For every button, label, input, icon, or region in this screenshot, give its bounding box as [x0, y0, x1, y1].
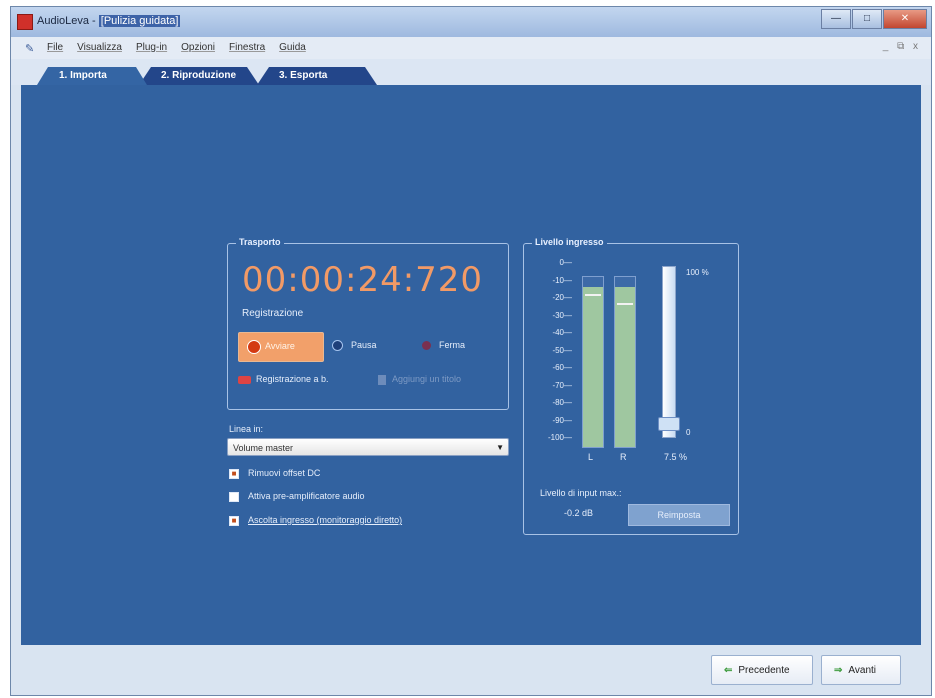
- slider-min-label: 0: [686, 428, 691, 437]
- menu-plugin[interactable]: Plug-in: [136, 42, 167, 53]
- arrow-right-icon: ⇒: [834, 665, 843, 676]
- chevron-down-icon: ▼: [496, 443, 504, 452]
- app-menu-icon[interactable]: ✎: [25, 42, 34, 55]
- stop-icon: [422, 341, 431, 351]
- menu-bar: ✎ File Visualizza Plug-in Opzioni Finest…: [11, 37, 931, 59]
- level-meter-left-fill: [583, 287, 603, 447]
- slider-max-label: 100 %: [686, 268, 709, 277]
- reset-button[interactable]: Reimposta: [628, 504, 730, 526]
- scale-tick-label: -70—: [552, 380, 572, 390]
- tab-playback[interactable]: 2. Riproduzione: [139, 67, 259, 85]
- preamp-label: Attiva pre-amplificatore audio: [248, 491, 365, 501]
- scale-tick-label: 0—: [559, 258, 572, 267]
- level-meter-right-peak: [617, 302, 633, 305]
- level-meter-right: [614, 276, 636, 448]
- menu-file[interactable]: File: [47, 42, 63, 53]
- wizard-tabs: 2. Riproduzione 3. Esporta 1. Importa: [11, 59, 931, 85]
- tab-import[interactable]: 1. Importa: [37, 67, 147, 85]
- dc-offset-option[interactable]: ■ Rimuovi offset DC: [229, 468, 320, 479]
- level-meter-left-peak: [585, 294, 601, 296]
- source-label: Linea in:: [229, 424, 264, 434]
- channel-left-label: L: [588, 452, 594, 462]
- tab-export[interactable]: 3. Esporta: [257, 67, 377, 85]
- menu-options[interactable]: Opzioni: [181, 42, 215, 53]
- record-button[interactable]: Avviare: [238, 332, 324, 362]
- arrow-left-icon: ⇐: [724, 665, 733, 676]
- status-label: Registrazione: [242, 308, 304, 319]
- dc-offset-label: Rimuovi offset DC: [248, 468, 321, 478]
- source-selected-value: Volume master: [233, 443, 294, 453]
- record-icon: [247, 340, 261, 354]
- timed-recording-button[interactable]: Registrazione a b.: [238, 374, 329, 384]
- stop-label: Ferma: [439, 340, 466, 350]
- menu-view[interactable]: Visualizza: [77, 42, 122, 53]
- preamp-option[interactable]: Attiva pre-amplificatore audio: [229, 491, 365, 502]
- scale-tick-label: -40—: [552, 328, 572, 337]
- channel-right-label: R: [620, 452, 627, 462]
- window-title: AudioLeva - [Pulizia guidata]: [37, 15, 181, 27]
- dc-offset-checkbox[interactable]: ■: [229, 468, 239, 479]
- transport-title: Trasporto: [236, 237, 284, 247]
- scale-tick-label: -50—: [552, 345, 572, 355]
- maximize-button[interactable]: □: [852, 9, 882, 29]
- transport-group: Trasporto 00:00:24:720 Registrazione Avv…: [227, 237, 509, 410]
- monitor-checkbox[interactable]: ■: [229, 515, 239, 526]
- level-meter-left: [582, 276, 604, 448]
- max-input-label: Livello di input max.:: [540, 488, 622, 498]
- record-label: Avviare: [265, 341, 295, 351]
- scale-tick-label: -60—: [552, 363, 572, 372]
- add-title-label: Aggiungi un titolo: [392, 374, 462, 384]
- add-title-button[interactable]: Aggiungi un titolo: [378, 374, 461, 385]
- slider-value-label: 7.5 %: [664, 452, 688, 462]
- time-display: 00:00:24:720: [242, 260, 484, 300]
- menu-help[interactable]: Guida: [279, 42, 306, 53]
- source-select[interactable]: Volume master ▼: [227, 438, 509, 456]
- input-level-title: Livello ingresso: [532, 237, 607, 247]
- stop-button[interactable]: Ferma: [422, 340, 466, 351]
- app-icon: [17, 14, 33, 30]
- scale-tick-label: -80—: [552, 398, 572, 407]
- previous-button[interactable]: ⇐ Precedente: [711, 655, 813, 685]
- scale-tick-label: -30—: [552, 310, 572, 320]
- main-panel: Trasporto 00:00:24:720 Registrazione Avv…: [21, 85, 921, 645]
- monitor-label: Ascolta ingresso (monitoraggio diretto): [248, 515, 403, 525]
- scale-tick-label: -10—: [552, 275, 572, 285]
- input-level-group: Livello ingresso 0— -10— -20— -30— -40— -50— -…: [523, 237, 739, 535]
- scale-tick-label: -20—: [552, 293, 572, 302]
- level-meter-right-fill: [615, 287, 635, 447]
- monitor-option[interactable]: ■ Ascolta ingresso (monitoraggio diretto): [229, 515, 402, 526]
- max-input-value: -0.2 dB: [564, 508, 594, 518]
- minimize-button[interactable]: —: [821, 9, 851, 29]
- input-volume-slider-thumb[interactable]: [658, 417, 680, 432]
- app-name: AudioLeva -: [37, 15, 99, 27]
- close-button[interactable]: ✕: [883, 9, 927, 29]
- next-button[interactable]: ⇒ Avanti: [821, 655, 901, 685]
- previous-label: Precedente: [738, 665, 790, 676]
- timed-recording-label: Registrazione a b.: [256, 374, 329, 384]
- mdi-controls[interactable]: _ ⧉ x: [883, 41, 921, 52]
- title-bar[interactable]: AudioLeva - [Pulizia guidata] — □ ✕: [11, 7, 931, 37]
- next-label: Avanti: [848, 665, 877, 676]
- timer-icon: [238, 375, 251, 384]
- doc-name: [Pulizia guidata]: [98, 15, 181, 27]
- pause-label: Pausa: [351, 340, 377, 350]
- pause-button[interactable]: Pausa: [332, 340, 377, 352]
- pause-icon: [332, 340, 343, 352]
- input-volume-slider[interactable]: [662, 266, 676, 438]
- scale-tick-label: -90—: [552, 415, 572, 425]
- document-icon: [378, 374, 386, 385]
- scale-tick-label: -100—: [547, 433, 572, 442]
- app-window: AudioLeva - [Pulizia guidata] — □ ✕ ✎ Fi…: [10, 6, 932, 696]
- menu-window[interactable]: Finestra: [229, 42, 265, 53]
- preamp-checkbox[interactable]: [229, 491, 239, 502]
